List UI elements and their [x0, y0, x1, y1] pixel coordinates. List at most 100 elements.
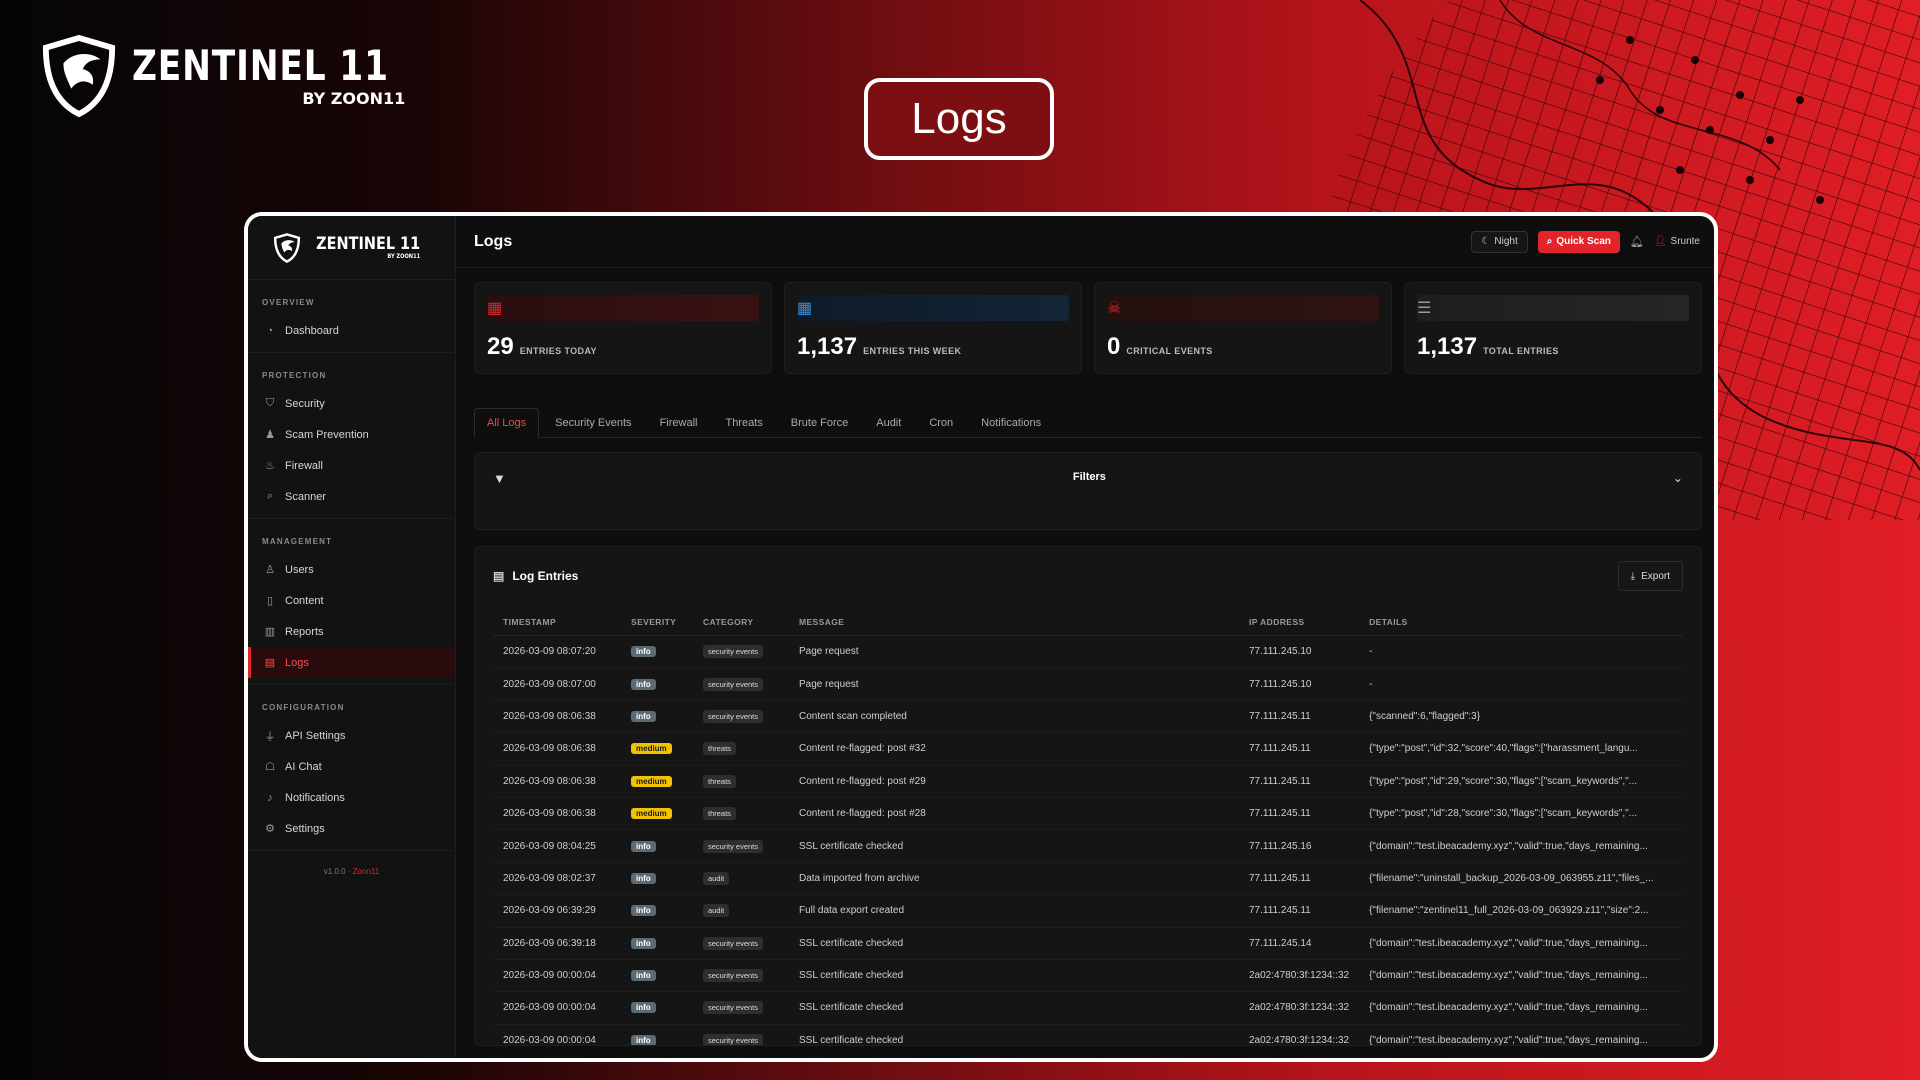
- table-row[interactable]: 2026-03-09 00:00:04 info security events SS…: [493, 1024, 1683, 1045]
- chevron-down-icon[interactable]: ⌄: [1673, 471, 1683, 485]
- severity-cell: info: [621, 635, 693, 669]
- category-cell: security events: [693, 927, 789, 960]
- sidebar-item-settings[interactable]: ⚙ Settings: [248, 813, 455, 844]
- tab-all-logs[interactable]: All Logs: [474, 408, 540, 438]
- category-cell: security events: [693, 667, 789, 701]
- sidebar-item-firewall[interactable]: ♨ Firewall: [248, 450, 455, 481]
- severity-badge: medium: [631, 808, 672, 820]
- ip-cell: 77.111.245.10: [1239, 635, 1360, 669]
- timestamp-cell: 2026-03-09 08:06:38: [493, 765, 621, 798]
- tab-brute-force[interactable]: Brute Force: [779, 408, 860, 437]
- table-row[interactable]: 2026-03-09 08:07:00 info security events Pa…: [493, 667, 1683, 701]
- severity-badge: info: [631, 1002, 656, 1014]
- table-row[interactable]: 2026-03-09 08:06:38 medium threats Content …: [493, 765, 1683, 798]
- bell-icon: ♪: [267, 791, 273, 804]
- version-author-link[interactable]: Zoon11: [353, 867, 380, 876]
- stat-card: ▦ 1,137 ENTRIES THIS WEEK: [784, 282, 1082, 374]
- sidebar-section-heading: PROTECTION: [262, 371, 327, 380]
- severity-badge: info: [631, 678, 656, 690]
- night-mode-button[interactable]: ☾ Night: [1471, 230, 1528, 253]
- export-button[interactable]: ⤓ Export: [1617, 561, 1683, 591]
- category-cell: audit: [693, 894, 789, 928]
- table-row[interactable]: 2026-03-09 08:06:38 medium threats Content …: [493, 797, 1683, 831]
- category-cell: threats: [693, 797, 789, 831]
- message-cell: SSL certificate checked: [789, 829, 1239, 863]
- category-badge: security events: [703, 709, 764, 723]
- ip-cell: 77.111.245.11: [1239, 765, 1360, 798]
- sidebar-item-scam-prevention[interactable]: ♟ Scam Prevention: [248, 419, 455, 450]
- table-row[interactable]: 2026-03-09 06:39:29 info audit Full data ex…: [493, 894, 1683, 928]
- column-header[interactable]: TIMESTAMP: [493, 609, 621, 636]
- ip-cell: 2a02:4780:3f:1234::32: [1239, 959, 1360, 993]
- stat-value: 0: [1107, 333, 1121, 360]
- message-cell: SSL certificate checked: [789, 991, 1239, 1025]
- column-header[interactable]: MESSAGE: [789, 609, 1239, 636]
- column-header[interactable]: DETAILS: [1359, 609, 1683, 636]
- sidebar-item-ai-chat[interactable]: ☖ AI Chat: [248, 751, 455, 782]
- severity-badge: info: [631, 872, 656, 884]
- column-header[interactable]: SEVERITY: [621, 609, 693, 636]
- filter-icon: ▼: [493, 471, 506, 486]
- sidebar-item-scanner[interactable]: ⌕ Scanner: [248, 481, 455, 512]
- tab-notifications[interactable]: Notifications: [969, 408, 1053, 437]
- sidebar-item-label: Reports: [285, 625, 324, 638]
- list-icon: ▤: [493, 569, 505, 583]
- sidebar-item-dashboard[interactable]: ◔ Dashboard: [248, 315, 455, 346]
- version-info: v1.0.0 · Zoon11: [323, 867, 380, 876]
- table-row[interactable]: 2026-03-09 08:06:38 info security events Co…: [493, 700, 1683, 734]
- sidebar-logo-name: ZENTINEL 11: [316, 233, 421, 254]
- tab-firewall[interactable]: Firewall: [648, 408, 710, 437]
- table-row[interactable]: 2026-03-09 08:07:20 info security events Pa…: [493, 635, 1683, 669]
- quick-scan-button[interactable]: ⌕ Quick Scan: [1537, 230, 1620, 253]
- severity-cell: medium: [621, 732, 693, 766]
- table-row[interactable]: 2026-03-09 00:00:04 info security events SS…: [493, 991, 1683, 1025]
- table-row[interactable]: 2026-03-09 08:06:38 medium threats Content …: [493, 732, 1683, 766]
- sidebar-item-reports[interactable]: ▥ Reports: [248, 616, 455, 647]
- ip-cell: 77.111.245.11: [1239, 732, 1360, 766]
- sidebar-item-label: Users: [285, 563, 314, 576]
- message-cell: Data imported from archive: [789, 862, 1239, 896]
- sidebar-item-api-settings[interactable]: ⏚ API Settings: [248, 720, 455, 751]
- column-header[interactable]: CATEGORY: [693, 609, 789, 636]
- sidebar-item-label: Dashboard: [285, 324, 339, 337]
- table-row[interactable]: 2026-03-09 08:04:25 info security events SS…: [493, 829, 1683, 863]
- ip-cell: 77.111.245.11: [1239, 797, 1360, 831]
- message-cell: SSL certificate checked: [789, 927, 1239, 960]
- sidebar-item-users[interactable]: ♙ Users: [248, 554, 455, 585]
- filters-panel[interactable]: ▼ Filters ⌄: [474, 452, 1702, 530]
- sidebar-logo[interactable]: ZENTINEL 11 BY ZOON11: [248, 216, 455, 280]
- severity-cell: info: [621, 991, 693, 1025]
- sidebar-item-security[interactable]: ⛉ Security: [248, 388, 455, 419]
- details-cell: {"scanned":6,"flagged":3}: [1359, 700, 1683, 734]
- tab-security-events[interactable]: Security Events: [543, 408, 643, 437]
- user-secret-icon: ♟: [265, 429, 275, 441]
- log-entries-panel: ▤ Log Entries ⤓ Export TIMESTAMP SEVERITY…: [474, 546, 1702, 1046]
- tab-threats[interactable]: Threats: [713, 408, 774, 437]
- sidebar-item-logs[interactable]: ▤ Logs: [248, 647, 455, 678]
- tab-audit[interactable]: Audit: [864, 408, 913, 437]
- message-cell: Page request: [789, 635, 1239, 669]
- details-cell: {"domain":"test.ibeacademy.xyz","valid":…: [1359, 829, 1683, 863]
- sidebar-item-label: API Settings: [285, 729, 346, 742]
- sidebar-section: CONFIGURATION ⏚ API Settings ☖ AI Chat ♪ Notif…: [248, 685, 455, 851]
- user-icon: 👤︎: [1653, 236, 1667, 247]
- category-cell: security events: [693, 1024, 789, 1045]
- user-menu[interactable]: 👤︎ Srunte: [1654, 236, 1700, 247]
- bell-icon[interactable]: 🔔︎: [1630, 235, 1644, 248]
- column-header[interactable]: IP ADDRESS: [1239, 609, 1360, 636]
- category-badge: security events: [703, 969, 764, 983]
- sidebar-section-heading: OVERVIEW: [262, 298, 315, 307]
- table-row[interactable]: 2026-03-09 08:02:37 info audit Data importe…: [493, 862, 1683, 896]
- timestamp-cell: 2026-03-09 08:07:00: [493, 667, 621, 701]
- ip-cell: 77.111.245.11: [1239, 700, 1360, 734]
- category-badge: audit: [703, 904, 730, 918]
- ip-cell: 77.111.245.11: [1239, 894, 1360, 928]
- sidebar-item-content[interactable]: ▯ Content: [248, 585, 455, 616]
- table-row[interactable]: 2026-03-09 06:39:18 info security events SS…: [493, 927, 1683, 960]
- category-cell: security events: [693, 635, 789, 669]
- severity-badge: info: [631, 710, 656, 722]
- table-row[interactable]: 2026-03-09 00:00:04 info security events SS…: [493, 959, 1683, 993]
- details-cell: {"type":"post","id":29,"score":30,"flags…: [1359, 765, 1683, 798]
- tab-cron[interactable]: Cron: [917, 408, 965, 437]
- sidebar-item-notifications[interactable]: ♪ Notifications: [248, 782, 455, 813]
